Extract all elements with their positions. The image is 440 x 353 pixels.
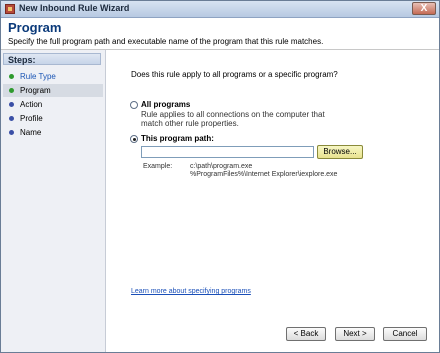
wizard-window: New Inbound Rule Wizard X Program Specif… <box>0 0 440 353</box>
all-programs-label[interactable]: All programs <box>141 100 190 109</box>
this-program-radio[interactable] <box>130 135 138 143</box>
page-header: Program Specify the full program path an… <box>1 18 439 50</box>
page-description: Specify the full program path and execut… <box>8 37 324 46</box>
step-rule-type[interactable]: Rule Type <box>3 70 103 83</box>
steps-panel: Steps: Rule Type Program Action Profile … <box>1 50 106 352</box>
step-action: Action <box>3 98 103 111</box>
steps-title: Steps: <box>3 53 101 65</box>
example-line: %ProgramFiles%\Internet Explorer\iexplor… <box>190 171 338 178</box>
close-button[interactable]: X <box>412 2 436 15</box>
example-line: c:\path\program.exe <box>190 163 253 170</box>
next-button[interactable]: Next > <box>335 327 375 341</box>
all-programs-description: Rule applies to all connections on the c… <box>141 110 325 128</box>
back-button[interactable]: < Back <box>286 327 326 341</box>
step-label: Profile <box>20 114 43 123</box>
step-bullet-icon <box>9 74 14 79</box>
question-text: Does this rule apply to all programs or … <box>131 70 338 79</box>
title-bar[interactable]: New Inbound Rule Wizard X <box>1 1 439 18</box>
step-bullet-icon <box>9 116 14 121</box>
firewall-icon <box>5 4 15 14</box>
step-program[interactable]: Program <box>3 84 103 97</box>
this-program-label[interactable]: This program path: <box>141 134 214 143</box>
step-label: Program <box>20 86 51 95</box>
step-label: Action <box>20 100 43 109</box>
page-title: Program <box>8 20 62 35</box>
all-programs-radio[interactable] <box>130 101 138 109</box>
step-label: Rule Type <box>20 72 56 81</box>
example-label: Example: <box>143 163 173 170</box>
browse-button[interactable]: Browse... <box>317 145 363 159</box>
cancel-button[interactable]: Cancel <box>383 327 427 341</box>
main-content: Does this rule apply to all programs or … <box>106 50 439 352</box>
step-bullet-icon <box>9 88 14 93</box>
learn-more-link[interactable]: Learn more about specifying programs <box>131 288 251 295</box>
step-bullet-icon <box>9 102 14 107</box>
program-path-input[interactable] <box>141 146 314 158</box>
step-profile: Profile <box>3 112 103 125</box>
step-name: Name <box>3 126 103 139</box>
step-label: Name <box>20 128 42 137</box>
window-title: New Inbound Rule Wizard <box>19 3 130 13</box>
step-bullet-icon <box>9 130 14 135</box>
